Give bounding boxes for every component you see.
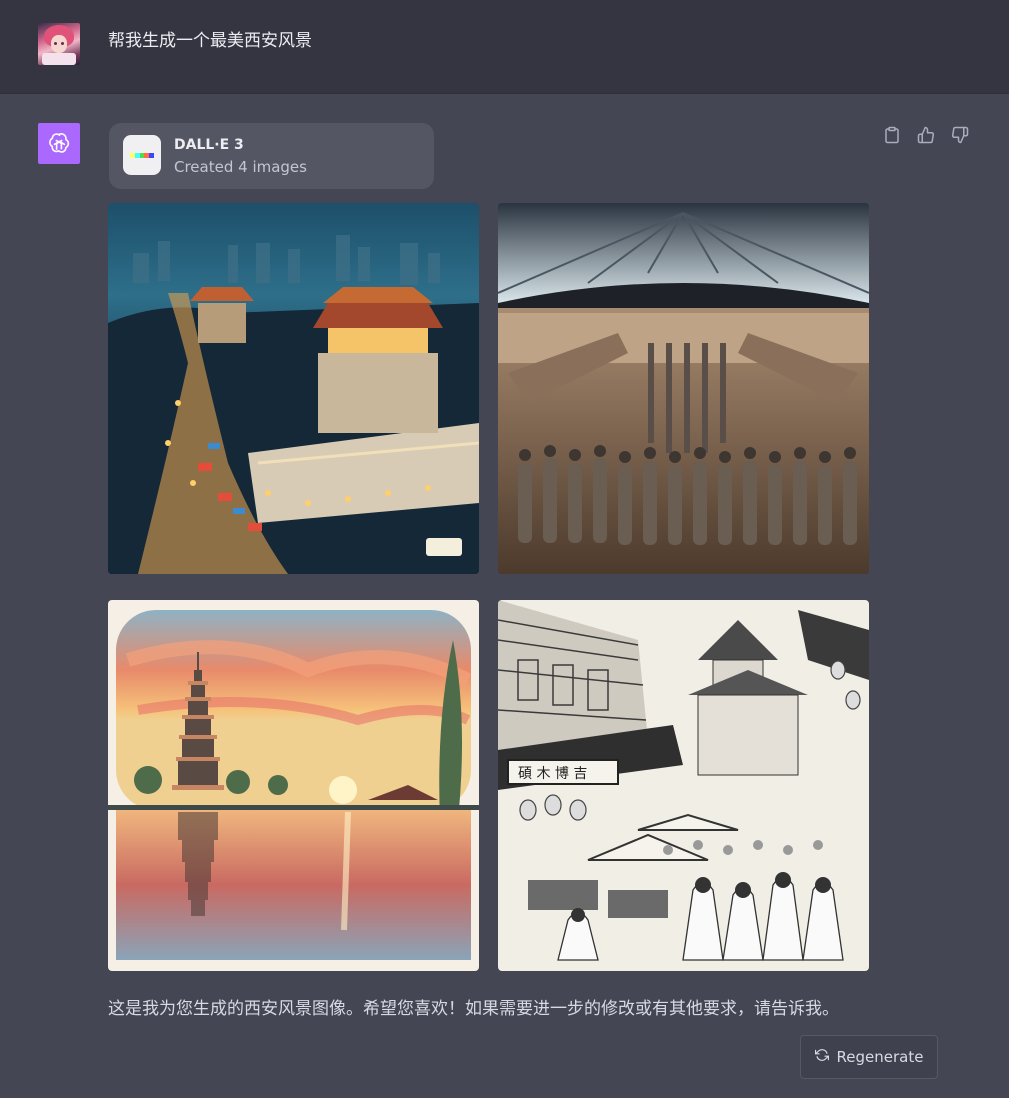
- plugin-subtitle: Created 4 images: [174, 158, 307, 176]
- user-message-text: 帮我生成一个最美西安风景: [108, 31, 312, 51]
- message-actions: [882, 125, 970, 145]
- assistant-reply-text: 这是我为您生成的西安风景图像。希望您喜欢！如果需要进一步的修改或有其他要求，请告…: [108, 999, 839, 1019]
- big-wild-goose-pagoda-sunset-image[interactable]: [108, 600, 479, 971]
- xian-street-market-sketch-image[interactable]: 碩 木 博 吉: [498, 600, 869, 971]
- clipboard-icon[interactable]: [882, 125, 902, 145]
- thumbs-up-icon[interactable]: [916, 125, 936, 145]
- plugin-name: DALL·E 3: [174, 137, 244, 153]
- terracotta-army-image[interactable]: [498, 203, 869, 574]
- user-message-row: 帮我生成一个最美西安风景: [0, 0, 1009, 94]
- openai-logo-icon: [38, 123, 80, 164]
- user-avatar: [38, 23, 80, 65]
- svg-text:碩 木 博 吉: 碩 木 博 吉: [518, 765, 587, 782]
- regenerate-button[interactable]: Regenerate: [800, 1035, 938, 1079]
- dalle-logo-icon: [123, 135, 161, 175]
- thumbs-down-icon[interactable]: [950, 125, 970, 145]
- regenerate-label: Regenerate: [836, 1048, 924, 1066]
- dalle-plugin-card[interactable]: DALL·E 3 Created 4 images: [109, 123, 434, 189]
- refresh-icon: [814, 1048, 829, 1066]
- xian-city-wall-night-image[interactable]: [108, 203, 479, 574]
